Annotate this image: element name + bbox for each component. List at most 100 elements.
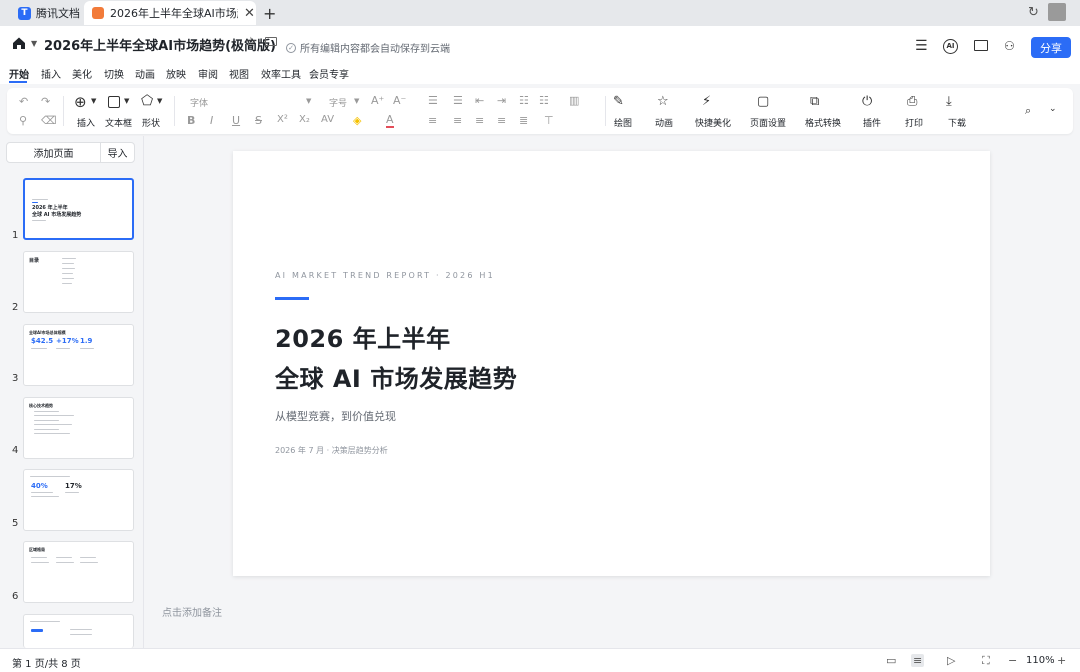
normal-view-icon[interactable]: ▭ [886, 654, 896, 667]
tab-review[interactable]: 审阅 [198, 66, 218, 81]
play-slideshow-icon[interactable]: ▷ [947, 654, 955, 667]
slide-thumbnail-6[interactable]: 区域格局 [23, 541, 134, 603]
print-icon[interactable]: ⎙ [907, 94, 917, 109]
font-size-select[interactable]: 字号 [329, 96, 347, 109]
tab-member[interactable]: 会员专享 [309, 66, 349, 81]
download-icon[interactable]: ⤓ [946, 94, 952, 109]
zoom-in-icon[interactable]: + [1057, 654, 1066, 667]
chevron-down-icon[interactable]: ▼ [91, 97, 96, 105]
slide-thumbnail-4[interactable]: 核心技术趋势 [23, 397, 134, 459]
text-direction-icon[interactable]: ⊤ [544, 114, 554, 127]
search-icon[interactable]: ⌕ [1025, 104, 1031, 118]
ai-assistant-icon[interactable]: AI [943, 39, 958, 54]
chevron-down-icon[interactable]: ▼ [354, 97, 359, 105]
textbox-icon[interactable] [108, 96, 120, 108]
slide-title-line2[interactable]: 全球 AI 市场发展趋势 [275, 359, 517, 394]
print-label[interactable]: 打印 [905, 116, 923, 129]
slide-thumbnail-5[interactable]: 40% 17% [23, 469, 134, 531]
tab-animation[interactable]: 动画 [135, 66, 155, 81]
pane-divider[interactable] [143, 136, 144, 648]
import-button[interactable]: 导入 [100, 142, 135, 163]
slide-subtitle[interactable]: 从模型竞赛，到价值兑现 [275, 408, 396, 424]
textbox-button-label[interactable]: 文本框 [105, 116, 132, 129]
animation-button-label[interactable]: 动画 [655, 116, 673, 129]
tab-view[interactable]: 视图 [229, 66, 249, 81]
draw-pen-icon[interactable]: ✎ [613, 94, 624, 109]
numbered-list-icon[interactable]: ☰ [453, 94, 463, 107]
zoom-level[interactable]: 110% [1026, 655, 1055, 666]
tab-efficiency-tools[interactable]: 效率工具 [261, 66, 301, 81]
draw-button-label[interactable]: 绘图 [614, 116, 632, 129]
increase-font-icon[interactable]: A⁺ [371, 94, 384, 107]
speaker-notes-input[interactable]: 点击添加备注 [162, 604, 222, 619]
plugin-icon[interactable]: ⏻ [862, 94, 872, 109]
animation-star-icon[interactable]: ☆ [657, 94, 669, 109]
line-spacing-icon[interactable]: ☷ [519, 94, 529, 107]
menu-icon[interactable]: ☰ [915, 38, 928, 54]
subscript-icon[interactable]: X₂ [299, 114, 310, 125]
download-label[interactable]: 下载 [948, 116, 966, 129]
tab-start[interactable]: 开始 [9, 66, 29, 81]
chevron-down-icon[interactable]: ▼ [31, 39, 37, 48]
italic-icon[interactable]: I [210, 114, 213, 127]
insert-button-label[interactable]: 插入 [77, 116, 95, 129]
char-spacing-icon[interactable]: AV [321, 114, 334, 125]
slide-thumbnail-1[interactable]: 2026 年上半年 全球 AI 市场发展趋势 [23, 178, 134, 240]
undo-icon[interactable]: ↶ [19, 95, 28, 108]
format-convert-icon[interactable]: ⧉ [810, 94, 819, 109]
close-icon[interactable]: ✕ [244, 6, 255, 21]
quick-beautify-icon[interactable]: ⚡ [702, 94, 711, 109]
underline-icon[interactable]: U [232, 114, 240, 127]
paragraph-spacing-icon[interactable]: ☷ [539, 94, 549, 107]
slide-thumbnail-2[interactable]: 目录 [23, 251, 134, 313]
font-family-select[interactable]: 字体 [190, 96, 208, 109]
shape-icon[interactable]: ⬠ [141, 93, 153, 109]
indent-decrease-icon[interactable]: ⇤ [475, 94, 484, 107]
home-icon[interactable] [12, 36, 26, 50]
shape-button-label[interactable]: 形状 [142, 116, 160, 129]
tab-slideshow[interactable]: 放映 [166, 66, 186, 81]
share-button[interactable]: 分享 [1031, 37, 1071, 58]
superscript-icon[interactable]: X² [277, 114, 288, 125]
bold-icon[interactable]: B [187, 114, 195, 127]
tab-home[interactable]: T 腾讯文档 [8, 1, 80, 25]
highlight-icon[interactable]: ◈ [353, 114, 361, 127]
columns-icon[interactable]: ▥ [569, 94, 579, 107]
slide-canvas[interactable]: AI MARKET TREND REPORT · 2026 H1 2026 年上… [233, 151, 990, 576]
tab-insert[interactable]: 插入 [41, 66, 61, 81]
page-setup-label[interactable]: 页面设置 [750, 116, 786, 129]
insert-plus-circle-icon[interactable]: ⊕ [74, 93, 87, 111]
refresh-icon[interactable]: ↻ [1028, 5, 1039, 20]
window-control-box[interactable] [1048, 3, 1066, 21]
tab-beautify[interactable]: 美化 [72, 66, 92, 81]
eraser-icon[interactable]: ⌫ [41, 114, 57, 127]
plugin-label[interactable]: 插件 [863, 116, 881, 129]
notes-view-icon[interactable]: ≡ [911, 654, 925, 667]
align-right-icon[interactable]: ≡ [475, 114, 484, 127]
slide-meta[interactable]: 2026 年 7 月 · 决策层趋势分析 [275, 445, 388, 456]
format-convert-label[interactable]: 格式转换 [805, 116, 841, 129]
tab-document[interactable]: 2026年上半年全球AI市场趋势(极简版) ✕ [84, 1, 256, 25]
page-setup-icon[interactable]: ▢ [757, 94, 769, 109]
slide-thumbnail-7[interactable] [23, 614, 134, 648]
star-icon[interactable]: ☆ [245, 35, 257, 50]
collapse-toolbar-chevron-icon[interactable]: ⌄ [1049, 104, 1057, 114]
chevron-down-icon[interactable]: ▼ [124, 97, 129, 105]
format-painter-icon[interactable]: ⚲ [19, 114, 27, 127]
zoom-out-icon[interactable]: − [1008, 654, 1017, 667]
decrease-font-icon[interactable]: A⁻ [393, 94, 406, 107]
tab-transition[interactable]: 切换 [104, 66, 124, 81]
chevron-down-icon[interactable]: ▼ [157, 97, 162, 105]
align-left-icon[interactable]: ≡ [428, 114, 437, 127]
chevron-down-icon[interactable]: ▼ [306, 97, 311, 105]
slide-title-line1[interactable]: 2026 年上半年 [275, 319, 451, 354]
fit-to-window-icon[interactable]: ⛶ [982, 654, 990, 668]
bullet-list-icon[interactable]: ☰ [428, 94, 438, 107]
align-center-icon[interactable]: ≡ [453, 114, 462, 127]
add-page-button[interactable]: 添加页面 [6, 142, 101, 163]
font-color-icon[interactable]: A [386, 114, 394, 128]
indent-increase-icon[interactable]: ⇥ [497, 94, 506, 107]
distributed-icon[interactable]: ≣ [519, 114, 528, 127]
align-justify-icon[interactable]: ≡ [497, 114, 506, 127]
document-title[interactable]: 2026年上半年全球AI市场趋势(极简版) [44, 35, 276, 54]
